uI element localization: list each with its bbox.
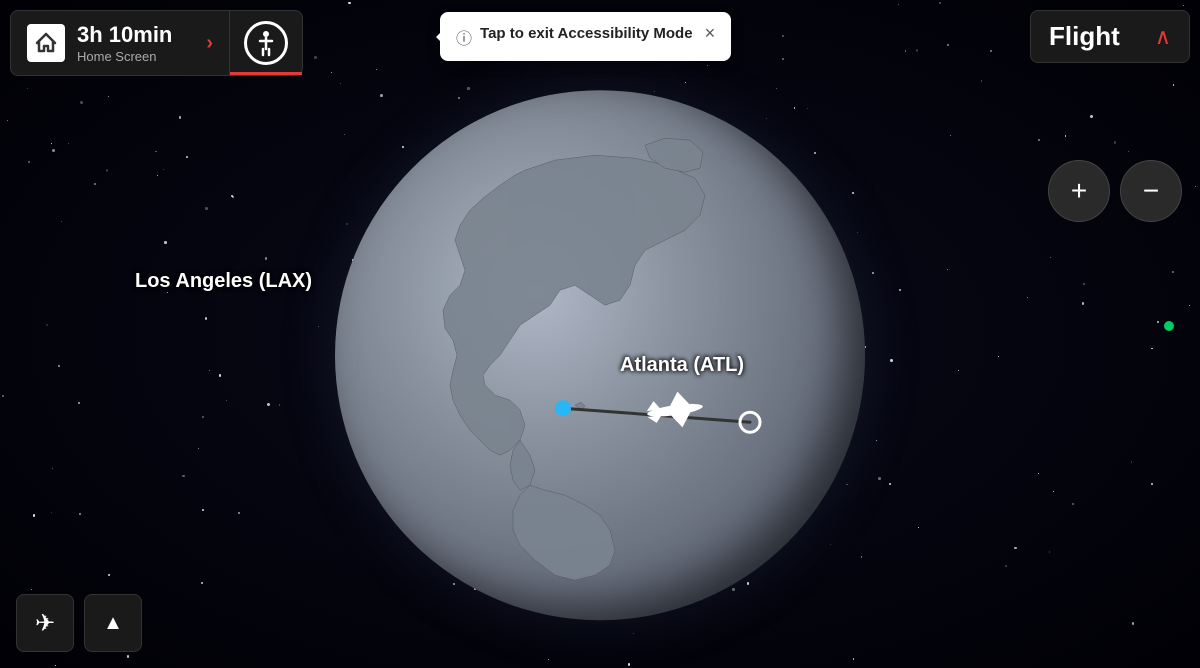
home-icon-wrap [27,24,65,62]
navigation-icon: ▲ [103,612,123,635]
accessibility-svg [252,29,280,57]
accessibility-button[interactable] [230,10,303,76]
airplane-mode-button[interactable]: ✈ [16,594,74,652]
navigation-button[interactable]: ▲ [84,594,142,652]
flight-duration: 3h 10min [77,22,194,48]
flight-label: Flight [1049,21,1145,52]
home-button[interactable]: 3h 10min Home Screen › [10,10,230,76]
home-arrow-icon: › [206,32,213,55]
top-right-panel: Flight ∧ [1030,10,1190,63]
globe-map-svg [335,90,865,620]
zoom-in-button[interactable]: + [1048,160,1110,222]
flight-button[interactable]: Flight ∧ [1030,10,1190,63]
bottom-left-controls: ✈ ▲ [16,594,142,652]
airplane-position [645,388,705,431]
home-text-block: 3h 10min Home Screen [77,22,194,63]
lax-dot [555,400,571,416]
globe-container [335,90,865,620]
accessibility-tooltip: ⓘ Tap to exit Accessibility Mode × [440,12,731,61]
globe [335,90,865,620]
zoom-controls: + − [1048,160,1182,222]
info-icon: ⓘ [456,25,472,49]
tooltip-close-button[interactable]: × [705,24,716,42]
accessibility-icon [244,21,288,65]
tooltip-text: Tap to exit Accessibility Mode [480,24,693,44]
green-indicator-dot [1164,321,1174,331]
home-screen-label: Home Screen [77,49,194,64]
airplane-icon: ✈ [35,609,55,638]
top-left-panel: 3h 10min Home Screen › [10,10,303,76]
home-icon [34,31,58,55]
tooltip-header: ⓘ Tap to exit Accessibility Mode × [456,24,715,49]
zoom-out-button[interactable]: − [1120,160,1182,222]
flight-chevron-icon: ∧ [1155,24,1171,50]
